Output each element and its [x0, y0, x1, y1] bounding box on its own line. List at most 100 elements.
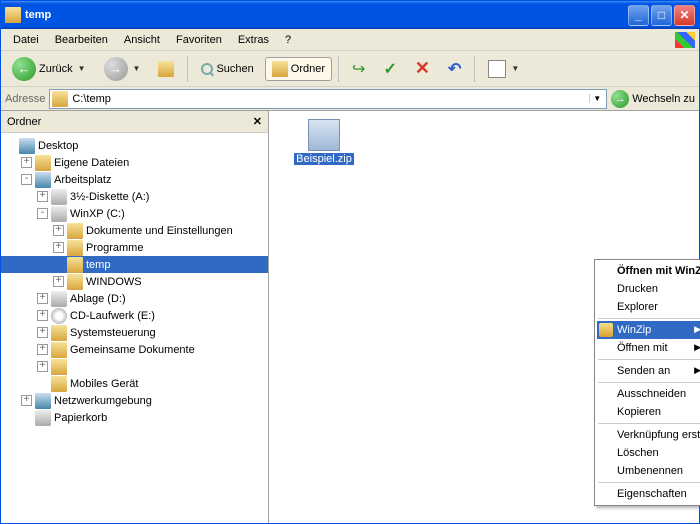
submenu-arrow-icon: ▶ — [694, 324, 700, 335]
tree-label: Arbeitsplatz — [54, 174, 111, 186]
tree-toggle[interactable]: - — [21, 174, 32, 185]
menu-favorites[interactable]: Favoriten — [168, 32, 230, 48]
tree-node[interactable]: Papierkorb — [1, 409, 268, 426]
drive-icon — [51, 189, 67, 205]
tree-node[interactable]: - Arbeitsplatz — [1, 171, 268, 188]
menubar: Datei Bearbeiten Ansicht Favoriten Extra… — [1, 29, 699, 51]
back-button[interactable]: ←Zurück▼ — [5, 53, 93, 85]
tree-node[interactable]: +3½-Diskette (A:) — [1, 188, 268, 205]
folder-i-icon — [35, 155, 51, 171]
tree-label: Ablage (D:) — [70, 293, 126, 305]
menu-extras[interactable]: Extras — [230, 32, 277, 48]
tree-toggle[interactable] — [53, 259, 64, 270]
menu-item[interactable]: Öffnen mit WinZip — [597, 262, 700, 280]
tree-toggle[interactable] — [5, 140, 16, 151]
tree-node[interactable]: + Ablage (D:) — [1, 290, 268, 307]
file-label: Beispiel.zip — [294, 153, 354, 165]
tree-toggle[interactable]: + — [21, 157, 32, 168]
tree-toggle[interactable]: + — [21, 395, 32, 406]
tree-node[interactable]: +Gemeinsame Dokumente — [1, 341, 268, 358]
tree-label: 3½-Diskette (A:) — [70, 191, 149, 203]
menu-item[interactable]: Ausschneiden — [597, 385, 700, 403]
tree-node[interactable]: Desktop — [1, 137, 268, 154]
file-item[interactable]: Beispiel.zip — [289, 119, 359, 165]
forward-button[interactable]: →▼ — [97, 53, 148, 85]
menu-item[interactable]: Öffnen mit▶ — [597, 339, 700, 357]
folders-panel: Ordner ✕ Desktop+Eigene Dateien-Arbeitsp… — [1, 111, 269, 523]
tree-node[interactable]: +Dokumente und Einstellungen — [1, 222, 268, 239]
drive-icon — [51, 206, 67, 222]
content-area[interactable]: Beispiel.zip Öffnen mit WinZipDruckenExp… — [269, 111, 699, 523]
tree-label: Eigene Dateien — [54, 157, 129, 169]
tree-toggle[interactable]: + — [37, 310, 48, 321]
tree-node[interactable]: +Programme — [1, 239, 268, 256]
tree-toggle[interactable]: + — [37, 344, 48, 355]
close-button[interactable]: ✕ — [674, 5, 695, 26]
tree-toggle[interactable] — [37, 378, 48, 389]
tree-node[interactable]: temp — [1, 256, 268, 273]
up-button[interactable] — [151, 57, 181, 81]
panel-close-button[interactable]: ✕ — [253, 115, 262, 128]
tree-toggle[interactable]: + — [37, 293, 48, 304]
titlebar[interactable]: temp _ □ ✕ — [1, 1, 699, 29]
tree-toggle[interactable]: + — [37, 191, 48, 202]
tree-toggle[interactable]: - — [37, 208, 48, 219]
tree-toggle[interactable] — [21, 412, 32, 423]
tree-label: Desktop — [38, 140, 78, 152]
search-button[interactable]: Suchen — [194, 59, 260, 79]
folder-i-icon — [67, 257, 83, 273]
menu-item[interactable]: Drucken — [597, 280, 700, 298]
delete-button[interactable]: ✕ — [408, 54, 437, 83]
tree-node[interactable]: - WinXP (C:) — [1, 205, 268, 222]
copy-to-button[interactable]: ✓ — [376, 55, 403, 83]
tree-node[interactable]: + Systemsteuerung — [1, 324, 268, 341]
tree-toggle[interactable]: + — [53, 225, 64, 236]
folder-tree: Desktop + Eigene Dateien - Arbeitsplatz +3½-D… — [1, 133, 268, 523]
tree-node[interactable]: +Netzwerkumgebung — [1, 392, 268, 409]
minimize-button[interactable]: _ — [628, 5, 649, 26]
address-input[interactable]: C:\temp ▼ — [49, 89, 607, 109]
menu-view[interactable]: Ansicht — [116, 32, 168, 48]
move-to-button[interactable]: ↪ — [345, 55, 372, 83]
menu-item[interactable]: Umbenennen — [597, 462, 700, 480]
window-title: temp — [25, 9, 51, 21]
go-button[interactable]: →Wechseln zu — [611, 90, 695, 108]
tree-node[interactable]: + — [1, 358, 268, 375]
tree-toggle[interactable]: + — [37, 361, 48, 372]
menu-item[interactable]: Explorer — [597, 298, 700, 316]
folder-i-icon — [51, 376, 67, 392]
tree-label: temp — [86, 259, 110, 271]
address-dropdown[interactable]: ▼ — [589, 94, 604, 103]
wz-icon — [599, 323, 613, 337]
views-button[interactable]: ▼ — [481, 56, 526, 82]
menu-item[interactable]: Verknüpfung erstellen — [597, 426, 700, 444]
tree-node[interactable]: + CD-Laufwerk (E:) — [1, 307, 268, 324]
undo-button[interactable]: ↶ — [441, 55, 468, 83]
tree-node[interactable]: Mobiles Gerät — [1, 375, 268, 392]
disk-icon — [51, 308, 67, 324]
mon-icon — [19, 138, 35, 154]
menu-item[interactable]: Senden an▶ — [597, 362, 700, 380]
tree-node[interactable]: + Eigene Dateien — [1, 154, 268, 171]
submenu-arrow-icon: ▶ — [694, 365, 700, 376]
menu-help[interactable]: ? — [277, 32, 299, 48]
tree-toggle[interactable]: + — [37, 327, 48, 338]
menu-file[interactable]: Datei — [5, 32, 47, 48]
menu-item[interactable]: Eigenschaften — [597, 485, 700, 503]
tree-toggle[interactable]: + — [53, 276, 64, 287]
menu-item[interactable]: Kopieren — [597, 403, 700, 421]
tree-node[interactable]: +WINDOWS — [1, 273, 268, 290]
menu-item[interactable]: Löschen — [597, 444, 700, 462]
tree-toggle[interactable]: + — [53, 242, 64, 253]
maximize-button[interactable]: □ — [651, 5, 672, 26]
zip-file-icon — [308, 119, 340, 151]
tree-label: Systemsteuerung — [70, 327, 156, 339]
menu-edit[interactable]: Bearbeiten — [47, 32, 116, 48]
address-path: C:\temp — [72, 93, 585, 105]
tree-label: CD-Laufwerk (E:) — [70, 310, 155, 322]
menu-item[interactable]: WinZip▶ — [597, 321, 700, 339]
folders-button[interactable]: Ordner — [265, 57, 332, 81]
bin-icon — [35, 410, 51, 426]
submenu-arrow-icon: ▶ — [694, 342, 700, 353]
tree-label: WinXP (C:) — [70, 208, 125, 220]
